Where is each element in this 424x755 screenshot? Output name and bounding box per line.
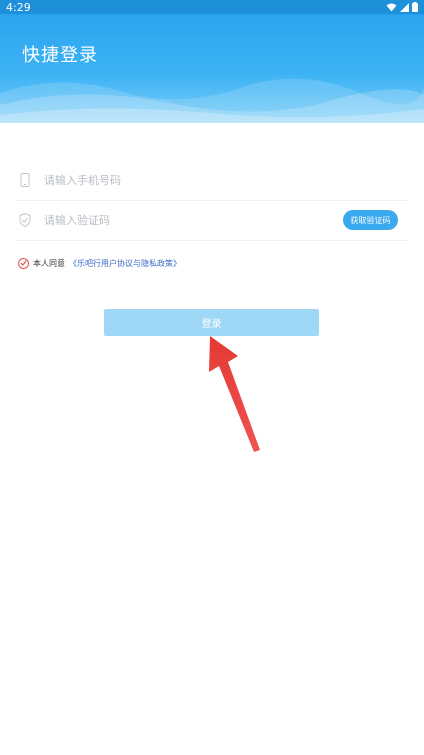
status-time: 4:29 [6, 0, 31, 14]
code-row: 获取验证码 [16, 200, 408, 241]
phone-input[interactable] [44, 165, 408, 195]
phone-row [16, 160, 408, 201]
phone-icon [16, 171, 34, 189]
header-banner: 快捷登录 [0, 14, 424, 123]
status-bar: 4:29 [0, 0, 424, 14]
agree-prefix-text: 本人同意 [33, 258, 65, 268]
agreement-row: 本人同意 《乐吧行用户协议与隐私政策》 [18, 256, 181, 270]
login-button[interactable]: 登录 [104, 309, 319, 336]
agree-checkbox[interactable] [18, 257, 29, 269]
shield-icon [16, 211, 34, 229]
status-icons [386, 2, 418, 12]
signal-icon [400, 2, 409, 12]
battery-icon [412, 2, 418, 12]
agreement-link[interactable]: 《乐吧行用户协议与隐私政策》 [69, 258, 181, 269]
get-code-button[interactable]: 获取验证码 [343, 210, 398, 230]
wave-decoration [0, 78, 424, 123]
wifi-icon [386, 3, 397, 11]
checkmark-icon [20, 260, 27, 266]
